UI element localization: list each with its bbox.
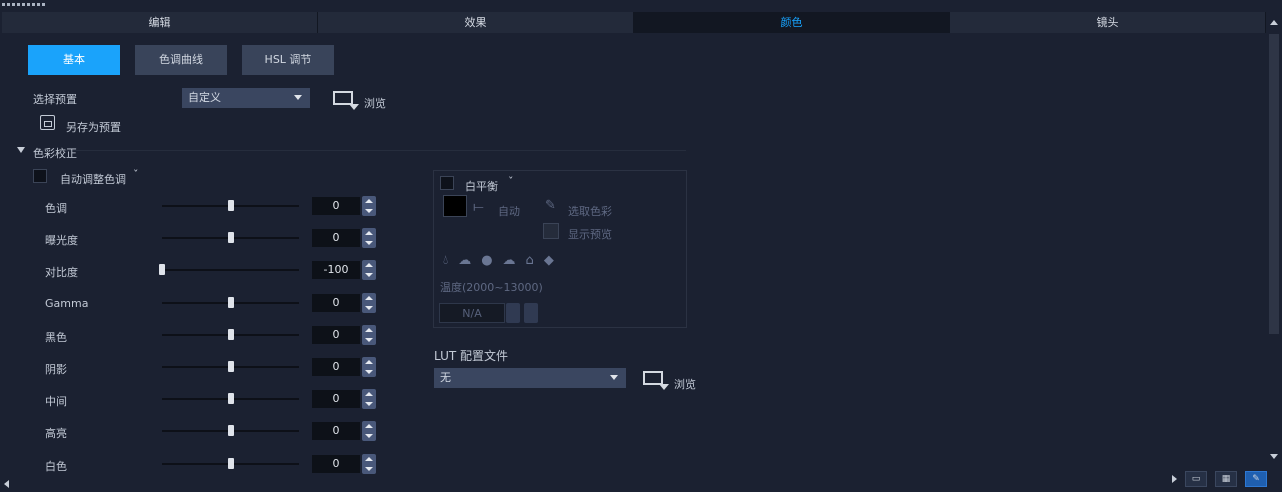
hue-spinner[interactable] <box>362 196 376 216</box>
expand-right-icon[interactable] <box>1172 475 1177 483</box>
temperature-input[interactable]: N/A <box>439 303 505 323</box>
preset-label: 选择预置 <box>33 93 77 106</box>
shadow-spinner[interactable] <box>362 357 376 377</box>
white-label: 白色 <box>45 460 67 473</box>
tab-lens[interactable]: 镜头 <box>950 12 1266 33</box>
lut-select-value: 无 <box>440 371 451 384</box>
black-spinner[interactable] <box>362 325 376 345</box>
wb-preset-icons: 💧︎ ☁ ● ☁ ⌂ ◆ <box>443 253 554 268</box>
compare-icon[interactable]: ▦ <box>1215 471 1237 487</box>
browse-icon[interactable] <box>333 91 359 110</box>
sub-tab-bar: 基本 色调曲线 HSL 调节 <box>28 45 334 75</box>
white-slider-thumb[interactable] <box>228 458 234 469</box>
show-preview-checkbox[interactable] <box>543 223 559 239</box>
main-tab-bar: 编辑 效果 颜色 镜头 <box>2 12 1266 33</box>
color-correction-section-label[interactable]: 色彩校正 <box>33 145 77 161</box>
scroll-left-icon[interactable] <box>4 480 9 488</box>
auto-tone-checkbox[interactable] <box>33 169 47 183</box>
save-icon[interactable] <box>40 115 55 130</box>
auto-wb-label[interactable]: 自动 <box>498 203 520 219</box>
white-value-input[interactable]: 0 <box>312 455 360 473</box>
exposure-spinner[interactable] <box>362 228 376 248</box>
bottom-toolbar: ▭ ▦ ✎ <box>1172 471 1267 487</box>
auto-wb-icon[interactable]: ⟝ <box>473 200 484 215</box>
midtone-label: 中间 <box>45 395 67 408</box>
gamma-spinner[interactable] <box>362 293 376 313</box>
white-balance-color-swatch[interactable] <box>443 195 467 217</box>
lut-browse-icon[interactable] <box>643 371 669 390</box>
collapse-triangle-icon[interactable] <box>17 147 25 153</box>
scroll-up-icon[interactable] <box>1270 20 1278 25</box>
black-value-input[interactable]: 0 <box>312 326 360 344</box>
white-spinner[interactable] <box>362 454 376 474</box>
show-preview-label: 显示预览 <box>568 228 612 241</box>
pick-color-label[interactable]: 选取色彩 <box>568 203 612 219</box>
shadow-value-input[interactable]: 0 <box>312 358 360 376</box>
house-icon[interactable]: ⌂ <box>526 253 534 268</box>
shadow-label: 阴影 <box>45 363 67 376</box>
cloud-icon[interactable]: ☁ <box>458 253 471 268</box>
preset-select-value: 自定义 <box>188 91 221 104</box>
gamma-value-input[interactable]: 0 <box>312 294 360 312</box>
midtone-slider-thumb[interactable] <box>228 393 234 404</box>
gamma-slider-thumb[interactable] <box>228 297 234 308</box>
shadow-slider-thumb[interactable] <box>228 361 234 372</box>
contrast-slider-track[interactable] <box>162 269 299 271</box>
subtab-tone-curve[interactable]: 色调曲线 <box>135 45 227 75</box>
highlight-slider-thumb[interactable] <box>228 425 234 436</box>
drop-icon[interactable]: 💧︎ <box>443 253 448 268</box>
stone-icon[interactable]: ◆ <box>544 253 554 268</box>
eyedropper-icon[interactable]: ✎ <box>545 198 556 213</box>
contrast-spinner[interactable] <box>362 260 376 280</box>
midtone-value-input[interactable]: 0 <box>312 390 360 408</box>
subtab-hsl[interactable]: HSL 调节 <box>242 45 334 75</box>
black-slider-thumb[interactable] <box>228 329 234 340</box>
white-balance-expand-icon[interactable]: ˇ <box>508 175 514 188</box>
exposure-label: 曝光度 <box>45 234 78 247</box>
scroll-down-icon[interactable] <box>1270 454 1278 459</box>
temperature-label: 温度(2000~13000) <box>440 281 543 294</box>
white-balance-label: 白平衡 <box>465 180 498 193</box>
preset-select[interactable]: 自定义 <box>182 88 310 108</box>
auto-tone-expand-icon[interactable]: ˇ <box>133 168 139 181</box>
highlight-label: 高亮 <box>45 427 67 440</box>
white-balance-checkbox[interactable] <box>440 176 454 190</box>
save-as-preset-label[interactable]: 另存为预置 <box>66 119 121 135</box>
lut-label: LUT 配置文件 <box>434 349 509 363</box>
tab-effects[interactable]: 效果 <box>318 12 634 33</box>
tab-color[interactable]: 颜色 <box>634 12 950 33</box>
edit-icon[interactable]: ✎ <box>1245 471 1267 487</box>
subtab-basic[interactable]: 基本 <box>28 45 120 75</box>
temperature-reset-button[interactable] <box>524 303 538 323</box>
highlight-value-input[interactable]: 0 <box>312 422 360 440</box>
black-label: 黑色 <box>45 331 67 344</box>
hue-value-input[interactable]: 0 <box>312 197 360 215</box>
chevron-down-icon <box>294 95 302 100</box>
exposure-slider-thumb[interactable] <box>228 232 234 243</box>
scroll-thumb[interactable] <box>1269 34 1279 334</box>
hue-slider-thumb[interactable] <box>228 200 234 211</box>
contrast-slider-thumb[interactable] <box>159 264 165 275</box>
lut-browse-label[interactable]: 浏览 <box>674 376 696 392</box>
preset-browse-label[interactable]: 浏览 <box>364 95 386 111</box>
highlight-spinner[interactable] <box>362 421 376 441</box>
section-divider <box>34 150 686 151</box>
lut-select[interactable]: 无 <box>434 368 626 388</box>
window-grip <box>2 3 45 9</box>
sun-icon[interactable]: ● <box>481 253 492 268</box>
temperature-spinner[interactable] <box>506 303 520 323</box>
exposure-value-input[interactable]: 0 <box>312 229 360 247</box>
chevron-down-icon <box>610 375 618 380</box>
auto-tone-label: 自动调整色调 <box>60 173 126 186</box>
overcast-icon[interactable]: ☁ <box>503 253 516 268</box>
gamma-label: Gamma <box>45 297 89 310</box>
contrast-value-input[interactable]: -100 <box>312 261 360 279</box>
layers-icon[interactable]: ▭ <box>1185 471 1207 487</box>
midtone-spinner[interactable] <box>362 389 376 409</box>
tab-edit[interactable]: 编辑 <box>2 12 318 33</box>
vertical-scrollbar[interactable] <box>1268 12 1280 478</box>
hue-label: 色调 <box>45 202 67 215</box>
contrast-label: 对比度 <box>45 266 78 279</box>
